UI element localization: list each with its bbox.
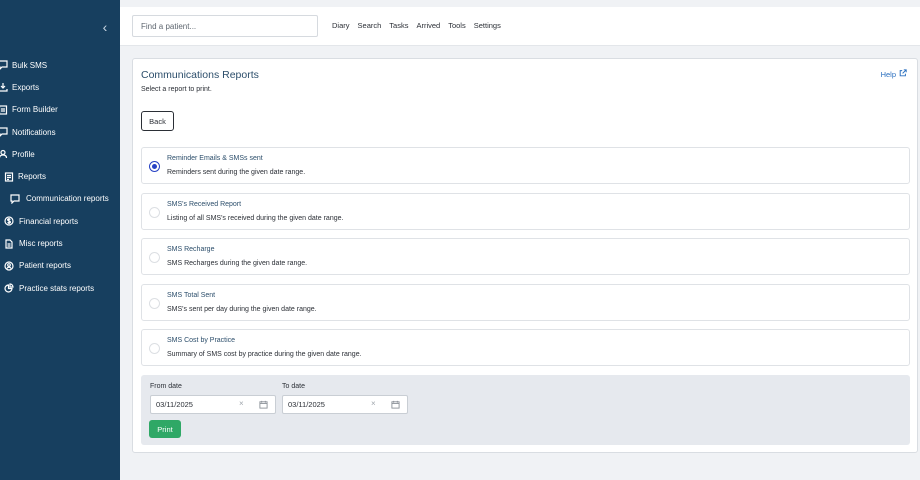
sidebar-item-label: Form Builder	[12, 105, 58, 115]
clear-icon[interactable]: ×	[239, 399, 244, 408]
sidebar-item-form-builder[interactable]: Form Builder	[0, 99, 120, 121]
download-icon	[0, 82, 8, 93]
sidebar-item-label: Bulk SMS	[12, 60, 48, 70]
report-option-sms-recharge[interactable]: SMS Recharge SMS Recharges during the gi…	[141, 238, 910, 275]
nav-tools[interactable]: Tools	[448, 21, 466, 30]
chevron-left-icon[interactable]: ‹	[98, 20, 112, 34]
sidebar-item-label: Misc reports	[19, 239, 63, 249]
file-icon	[4, 238, 14, 249]
chat-icon	[10, 194, 20, 205]
sidebar-item-bulk-sms[interactable]: Bulk SMS	[0, 54, 120, 76]
report-option-reminder[interactable]: Reminder Emails & SMSs sent Reminders se…	[141, 147, 910, 184]
nav-settings[interactable]: Settings	[474, 21, 501, 30]
calendar-icon[interactable]	[259, 400, 268, 409]
calendar-icon[interactable]	[391, 400, 400, 409]
user-icon	[0, 149, 8, 159]
from-date-label: From date	[150, 383, 182, 390]
report-option-title: SMS Cost by Practice	[167, 337, 236, 344]
to-date-picker[interactable]: ×	[282, 395, 408, 414]
report-option-title: Reminder Emails & SMSs sent	[167, 155, 263, 162]
top-nav: Diary Search Tasks Arrived Tools Setting…	[332, 21, 501, 30]
pie-chart-icon	[4, 283, 14, 293]
radio-button[interactable]	[149, 252, 160, 263]
report-option-sms-total-sent[interactable]: SMS Total Sent SMS's sent per day during…	[141, 283, 910, 321]
sidebar-item-label: Financial reports	[19, 216, 79, 226]
sidebar: ‹ Bulk SMS Exports Form Builder Notifica…	[0, 0, 120, 480]
sidebar-item-practice-stats-reports[interactable]: Practice stats reports	[0, 277, 120, 299]
clear-icon[interactable]: ×	[371, 399, 376, 408]
form-icon	[0, 105, 8, 115]
report-option-description: SMS's sent per day during the given date…	[167, 305, 317, 313]
nav-search[interactable]: Search	[358, 21, 382, 30]
external-link-icon	[899, 69, 907, 79]
sidebar-item-profile[interactable]: Profile	[0, 143, 120, 165]
report-icon	[4, 172, 14, 182]
sidebar-nav: Bulk SMS Exports Form Builder Notificati…	[0, 54, 120, 299]
back-button[interactable]: Back	[141, 111, 174, 131]
sidebar-item-label: Practice stats reports	[19, 283, 95, 293]
radio-button[interactable]	[149, 297, 160, 309]
to-date-label: To date	[282, 383, 305, 390]
to-date-input[interactable]	[283, 396, 363, 413]
sidebar-item-notifications[interactable]: Notifications	[0, 121, 120, 143]
report-option-title: SMS's Received Report	[167, 200, 242, 208]
sidebar-item-misc-reports[interactable]: Misc reports	[0, 232, 120, 254]
sidebar-item-label: Profile	[12, 149, 35, 159]
nav-tasks[interactable]: Tasks	[389, 21, 408, 30]
patient-search-input[interactable]	[132, 15, 318, 37]
radio-button[interactable]	[149, 161, 160, 172]
sidebar-item-label: Reports	[18, 172, 47, 182]
sidebar-item-label: Exports	[12, 82, 40, 92]
page-subtitle: Select a report to print.	[141, 86, 212, 93]
sidebar-item-financial-reports[interactable]: Financial reports	[0, 210, 120, 232]
report-option-title: SMS Recharge	[167, 246, 215, 253]
print-button[interactable]: Print	[149, 420, 181, 438]
radio-button[interactable]	[149, 206, 160, 218]
sidebar-item-label: Notifications	[12, 127, 56, 137]
dollar-icon	[4, 216, 14, 226]
sidebar-item-reports[interactable]: Reports	[0, 165, 120, 187]
help-label: Help	[880, 69, 896, 79]
report-option-description: Summary of SMS cost by practice during t…	[167, 351, 362, 358]
report-option-title: SMS Total Sent	[167, 291, 216, 299]
sidebar-item-communication-reports[interactable]: Communication reports	[0, 188, 120, 210]
sidebar-item-exports[interactable]: Exports	[0, 76, 120, 98]
page-title: Communications Reports	[141, 69, 259, 81]
sidebar-item-label: Communication reports	[26, 194, 109, 204]
sidebar-item-patient-reports[interactable]: Patient reports	[0, 255, 120, 277]
report-options: Reminder Emails & SMSs sent Reminders se…	[141, 147, 910, 375]
report-option-description: SMS Recharges during the given date rang…	[167, 260, 308, 267]
nav-arrived[interactable]: Arrived	[416, 21, 440, 30]
report-option-description: Reminders sent during the given date ran…	[167, 169, 306, 176]
report-option-sms-cost[interactable]: SMS Cost by Practice Summary of SMS cost…	[141, 329, 910, 366]
nav-diary[interactable]: Diary	[332, 21, 350, 30]
date-range-panel: From date × To date × Print	[141, 375, 910, 445]
help-link[interactable]: Help	[881, 69, 907, 79]
communications-reports-card: Communications Reports Help Select a rep…	[132, 58, 918, 453]
from-date-input[interactable]	[151, 396, 231, 413]
report-option-description: Listing of all SMS's received during the…	[167, 214, 344, 222]
from-date-picker[interactable]: ×	[150, 395, 276, 414]
sidebar-item-label: Patient reports	[19, 261, 72, 271]
chat-icon	[0, 60, 8, 70]
user-circle-icon	[4, 261, 14, 271]
radio-button[interactable]	[149, 343, 160, 354]
bell-icon	[0, 127, 8, 137]
report-option-sms-received[interactable]: SMS's Received Report Listing of all SMS…	[141, 192, 910, 230]
top-header: Diary Search Tasks Arrived Tools Setting…	[120, 0, 920, 46]
